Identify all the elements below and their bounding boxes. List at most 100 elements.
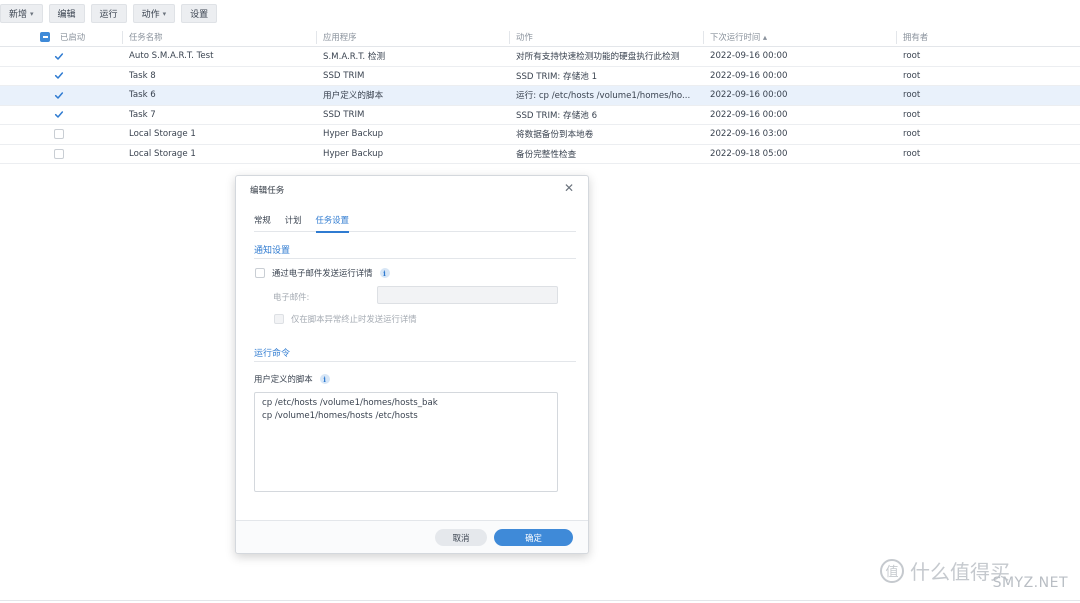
task-next-run: 2022-09-18 05:00 <box>710 148 788 159</box>
task-name: Local Storage 1 <box>129 129 196 140</box>
enabled-cell[interactable] <box>54 67 64 86</box>
chevron-down-icon: ▾ <box>162 9 167 18</box>
task-next-run: 2022-09-16 00:00 <box>710 51 788 62</box>
run-section-title: 运行命令 <box>254 349 291 359</box>
edit-label: 编辑 <box>57 10 76 20</box>
task-action: 备份完整性检查 <box>516 149 577 160</box>
select-all-checkbox[interactable] <box>40 32 50 42</box>
script-label-row: 用户定义的脚本 i <box>254 373 330 385</box>
table-row[interactable]: Task 7 SSD TRIM SSD TRIM: 存储池 6 2022-09-16 … <box>0 106 1080 125</box>
enabled-checkbox[interactable] <box>54 129 64 140</box>
task-app: SSD TRIM <box>323 109 365 120</box>
action-label: 动作 <box>141 10 160 20</box>
checkmark-icon[interactable] <box>54 71 64 81</box>
header-owner[interactable]: 拥有者 <box>903 28 1073 46</box>
task-app: S.M.A.R.T. 检测 <box>323 52 386 63</box>
enabled-checkbox[interactable] <box>54 148 64 159</box>
task-owner: root <box>903 90 921 101</box>
task-owner: root <box>903 148 921 159</box>
enabled-cell[interactable] <box>54 125 64 144</box>
enabled-cell[interactable] <box>54 86 64 105</box>
notify-section-title: 通知设置 <box>254 246 291 256</box>
chevron-down-icon: ▾ <box>30 9 34 18</box>
task-next-run: 2022-09-16 03:00 <box>710 129 788 140</box>
bottom-divider <box>0 600 1080 601</box>
task-owner: root <box>903 109 921 120</box>
action-button[interactable]: 动作 ▾ <box>132 4 176 23</box>
enabled-cell[interactable] <box>54 47 64 66</box>
watermark-site: SMYZ.NET <box>992 575 1068 591</box>
task-name: Task 7 <box>129 109 156 120</box>
watermark: 值 什么值得买 <box>880 556 1010 585</box>
header-app[interactable]: 应用程序 <box>323 28 508 46</box>
column-divider <box>122 31 123 44</box>
checkmark-icon[interactable] <box>54 51 64 61</box>
settings-button[interactable]: 设置 <box>181 4 218 23</box>
email-field <box>377 286 558 304</box>
table-row[interactable]: Auto S.M.A.R.T. Test S.M.A.R.T. 检测 对所有支持快速… <box>0 47 1080 67</box>
create-button[interactable]: 新增 ▾ <box>0 4 43 23</box>
only-abnormal-checkbox <box>274 314 284 324</box>
dialog-title: 编辑任务 <box>250 186 285 196</box>
close-icon[interactable]: ✕ <box>564 182 574 194</box>
toolbar: 新增 ▾ 编辑 运行 动作 ▾ 设置 <box>0 4 218 23</box>
column-divider <box>703 31 704 44</box>
send-email-label: 通过电子邮件发送运行详情 <box>272 268 373 278</box>
only-abnormal-option: 仅在脚本异常终止时发送运行详情 <box>274 313 417 325</box>
run-button[interactable]: 运行 <box>90 4 127 23</box>
header-enabled-label: 已启动 <box>60 32 86 42</box>
task-next-run: 2022-09-16 00:00 <box>710 90 788 101</box>
task-action: 运行: cp /etc/hosts /volume1/homes/ho... <box>516 91 691 102</box>
tab-task-settings[interactable]: 任务设置 <box>315 214 349 233</box>
create-label: 新增 <box>9 10 28 20</box>
tab-schedule[interactable]: 计划 <box>285 214 302 232</box>
table-row[interactable]: Local Storage 1 Hyper Backup 备份完整性检查 2022-0… <box>0 145 1080 164</box>
column-divider <box>316 31 317 44</box>
task-name: Local Storage 1 <box>129 148 196 159</box>
task-next-run: 2022-09-16 00:00 <box>710 109 788 120</box>
tab-general[interactable]: 常规 <box>254 214 271 232</box>
cancel-button[interactable]: 取消 <box>435 529 487 546</box>
only-abnormal-label: 仅在脚本异常终止时发送运行详情 <box>291 314 417 324</box>
task-action: 对所有支持快速检测功能的硬盘执行此检测 <box>516 52 680 63</box>
checkmark-icon[interactable] <box>54 90 64 100</box>
section-divider <box>254 361 576 362</box>
ok-button[interactable]: 确定 <box>494 529 573 546</box>
checkmark-icon[interactable] <box>54 110 64 120</box>
send-email-option[interactable]: 通过电子邮件发送运行详情 i <box>255 267 390 279</box>
task-next-run: 2022-09-16 00:00 <box>710 70 788 81</box>
script-label: 用户定义的脚本 <box>254 374 313 384</box>
task-app: Hyper Backup <box>323 148 384 159</box>
task-name: Auto S.M.A.R.T. Test <box>129 51 214 62</box>
task-app: 用户定义的脚本 <box>323 91 384 102</box>
task-owner: root <box>903 70 921 81</box>
enabled-cell[interactable] <box>54 106 64 125</box>
email-label: 电子邮件: <box>273 292 310 302</box>
script-textarea[interactable]: cp /etc/hosts /volume1/homes/hosts_bak c… <box>254 392 558 492</box>
table-row[interactable]: Task 8 SSD TRIM SSD TRIM: 存储池 1 2022-09-16 … <box>0 67 1080 86</box>
column-divider <box>509 31 510 44</box>
settings-label: 设置 <box>190 10 209 20</box>
header-action[interactable]: 动作 <box>516 28 701 46</box>
task-owner: root <box>903 129 921 140</box>
column-divider <box>896 31 897 44</box>
header-next-run[interactable]: 下次运行时间 ▴ <box>710 28 895 46</box>
watermark-logo: 值 <box>880 558 904 583</box>
send-email-checkbox[interactable] <box>255 268 265 278</box>
header-name[interactable]: 任务名称 <box>129 28 314 46</box>
edit-button[interactable]: 编辑 <box>48 4 85 23</box>
table-row[interactable]: Task 6 用户定义的脚本 运行: cp /etc/hosts /volume1/… <box>0 86 1080 106</box>
table-row[interactable]: Local Storage 1 Hyper Backup 将数据备份到本地卷 2022… <box>0 125 1080 145</box>
task-name: Task 6 <box>129 90 156 101</box>
dialog-tabs: 常规 计划 任务设置 <box>254 214 576 233</box>
header-enabled[interactable]: 已启动 <box>40 28 85 46</box>
task-action: SSD TRIM: 存储池 6 <box>516 110 598 121</box>
task-app: Hyper Backup <box>323 129 384 140</box>
info-icon[interactable]: i <box>379 268 390 278</box>
task-action: 将数据备份到本地卷 <box>516 130 594 141</box>
dialog-footer: 取消 确定 <box>236 520 588 553</box>
enabled-cell[interactable] <box>54 145 64 164</box>
info-icon[interactable]: i <box>319 374 330 384</box>
section-divider <box>254 258 576 259</box>
task-name: Task 8 <box>129 70 156 81</box>
